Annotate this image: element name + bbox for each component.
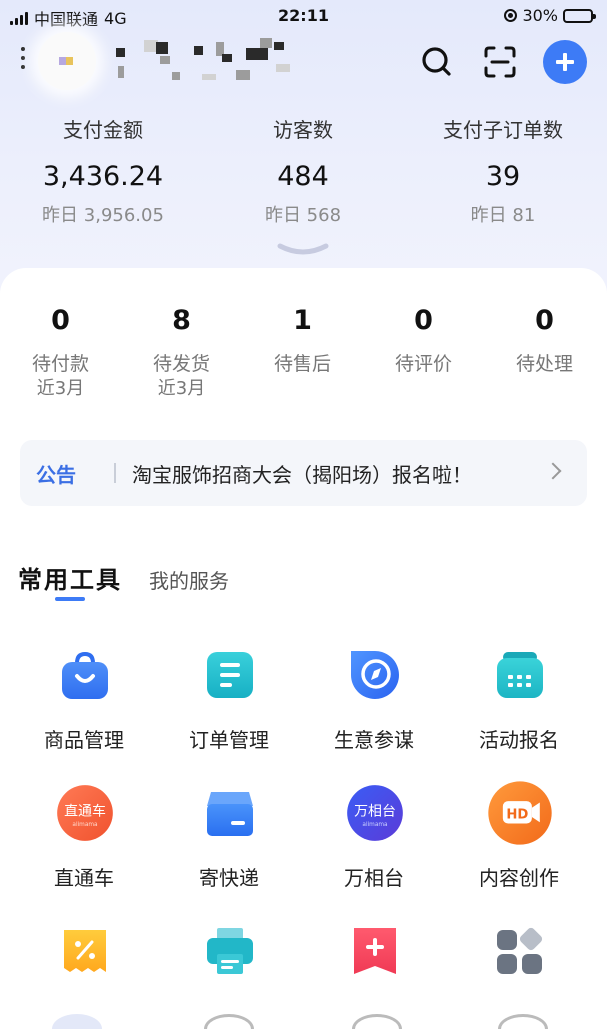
tool-send-express[interactable]: 寄快递 xyxy=(157,788,301,908)
order-count: 0 xyxy=(414,305,433,336)
stat-previous: 昨日 81 xyxy=(470,205,536,226)
stat-visitors[interactable]: 访客数 484 昨日 568 xyxy=(202,114,404,230)
stat-previous: 昨日 568 xyxy=(264,205,342,226)
order-label: 待付款 xyxy=(31,353,89,375)
order-label: 待处理 xyxy=(515,353,573,375)
coupon-percent-icon xyxy=(64,930,106,972)
order-pending-review[interactable]: 0 待评价 xyxy=(363,302,484,377)
shopping-bag-icon xyxy=(62,651,108,699)
order-pending-process[interactable]: 0 待处理 xyxy=(484,302,605,377)
order-sublabel: 近3月 xyxy=(157,378,206,399)
badge-text: 直通车 xyxy=(64,802,106,819)
order-count: 0 xyxy=(51,305,70,336)
tool-label: 直通车 xyxy=(54,866,114,890)
order-pending-shipment[interactable]: 8 待发货 近3月 xyxy=(121,302,242,401)
shop-name-redacted xyxy=(112,36,302,84)
tool-wanxiangtai[interactable]: 万相台 alimama 万相台 xyxy=(302,785,446,908)
app-header xyxy=(0,32,607,92)
tool-product-management[interactable]: 商品管理 xyxy=(12,650,156,770)
wanxiangtai-badge-icon: 万相台 alimama xyxy=(347,785,403,841)
chevron-right-icon xyxy=(544,462,562,480)
tab-my-services[interactable]: 我的服务 xyxy=(149,565,229,594)
order-sublabel: 近3月 xyxy=(36,378,85,399)
add-button[interactable] xyxy=(543,40,587,84)
tool-label: 订单管理 xyxy=(189,728,269,752)
badge-text: HD xyxy=(506,807,528,822)
svg-text:alimama: alimama xyxy=(72,822,98,828)
hd-video-icon: HD xyxy=(488,781,552,845)
tool-ztc[interactable]: 直通车 alimama 直通车 xyxy=(12,785,156,908)
order-count: 1 xyxy=(293,305,312,336)
announcement-bar[interactable]: 公告 淘宝服饰招商大会（揭阳场）报名啦！ xyxy=(20,440,587,506)
stat-previous: 昨日 3,956.05 xyxy=(42,205,164,226)
tool-label: 万相台 xyxy=(344,866,404,890)
tool-label: 商品管理 xyxy=(44,728,124,752)
status-right: 30% xyxy=(504,6,596,25)
scan-icon[interactable] xyxy=(478,40,522,84)
battery-percent: 30% xyxy=(522,6,558,25)
stat-label: 访客数 xyxy=(273,118,333,142)
more-menu-icon[interactable] xyxy=(16,44,30,72)
divider xyxy=(114,463,116,483)
tool-business-advisor[interactable]: 生意参谋 xyxy=(302,650,446,770)
shop-avatar[interactable] xyxy=(38,32,96,90)
order-count: 8 xyxy=(172,305,191,336)
order-after-sales[interactable]: 1 待售后 xyxy=(242,302,363,377)
svg-text:alimama: alimama xyxy=(362,822,388,828)
tool-activity-signup[interactable]: 活动报名 xyxy=(447,650,591,770)
status-bar: 中国联通 4G 22:11 30% xyxy=(0,0,607,32)
stat-value: 3,436.24 xyxy=(42,161,164,192)
orientation-lock-icon xyxy=(504,9,518,22)
grid-apps-icon xyxy=(497,927,543,974)
order-pending-payment[interactable]: 0 待付款 近3月 xyxy=(0,302,121,401)
tool-order-management[interactable]: 订单管理 xyxy=(157,650,301,770)
badge-text: 万相台 xyxy=(354,803,396,819)
search-icon[interactable] xyxy=(416,40,460,84)
order-label: 待售后 xyxy=(273,353,331,375)
tab-common-tools[interactable]: 常用工具 xyxy=(18,560,122,595)
red-packet-plus-icon xyxy=(354,928,396,974)
tool-content-creation[interactable]: HD 内容创作 xyxy=(447,781,591,908)
compass-icon xyxy=(351,651,399,699)
stat-paid-sub-orders[interactable]: 支付子订单数 39 昨日 81 xyxy=(402,114,604,230)
express-box-icon xyxy=(207,792,253,836)
tool-label: 寄快递 xyxy=(199,866,259,890)
tool-label: 内容创作 xyxy=(479,866,559,890)
announcement-text: 淘宝服饰招商大会（揭阳场）报名啦！ xyxy=(132,463,472,487)
announcement-tag: 公告 xyxy=(36,463,76,487)
stat-payment-amount[interactable]: 支付金额 3,436.24 昨日 3,956.05 xyxy=(2,114,204,230)
tool-label: 生意参谋 xyxy=(334,728,414,752)
stat-value: 484 xyxy=(277,161,329,192)
order-list-icon xyxy=(207,652,253,698)
battery-icon xyxy=(563,8,596,23)
ztc-badge-icon: 直通车 alimama xyxy=(57,785,113,841)
stat-value: 39 xyxy=(485,161,521,192)
printer-icon xyxy=(207,928,253,974)
activity-signup-icon xyxy=(497,652,543,698)
tool-label: 活动报名 xyxy=(479,728,559,752)
stat-label: 支付子订单数 xyxy=(443,118,563,142)
chevron-down-icon[interactable] xyxy=(276,240,330,260)
stat-label: 支付金额 xyxy=(63,118,143,142)
order-label: 待评价 xyxy=(394,353,452,375)
tab-indicator xyxy=(55,597,85,601)
order-count: 0 xyxy=(535,305,554,336)
order-label: 待发货 xyxy=(152,353,210,375)
